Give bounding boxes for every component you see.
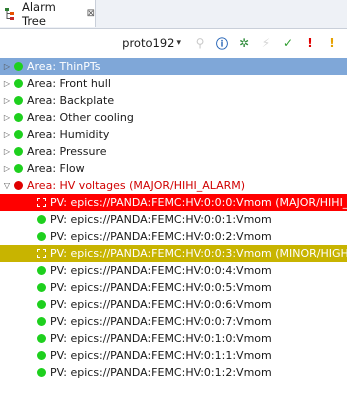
expanded-twisty-icon[interactable]: ▽ xyxy=(2,177,12,194)
tree-pv-item[interactable]: PV: epics://PANDA:FEMC:HV:0:0:2:Vmom xyxy=(0,228,347,245)
info-button[interactable]: ⓘ xyxy=(211,33,233,53)
tree-item-label: PV: epics://PANDA:FEMC:HV:0:1:2:Vmom xyxy=(50,366,272,379)
alarm-tree-icon xyxy=(4,7,18,21)
collapsed-twisty-icon[interactable]: ▷ xyxy=(2,58,12,75)
lightning-icon: ⚡ xyxy=(261,36,271,50)
close-icon[interactable]: ⊠ xyxy=(87,8,95,19)
status-dot-icon xyxy=(37,317,46,326)
status-dot-icon xyxy=(14,130,23,139)
tree-pv-item[interactable]: PV: epics://PANDA:FEMC:HV:0:1:0:Vmom xyxy=(0,330,347,347)
tree-pv-item[interactable]: PV: epics://PANDA:FEMC:HV:0:0:5:Vmom xyxy=(0,279,347,296)
tree-area-item[interactable]: ▷ Area: Flow xyxy=(0,160,347,177)
acknowledge-button[interactable]: ✓ xyxy=(277,33,299,53)
search-button[interactable]: ⚲ xyxy=(189,33,211,53)
tree-item-label: PV: epics://PANDA:FEMC:HV:0:0:1:Vmom xyxy=(50,213,272,226)
status-dot-icon xyxy=(14,113,23,122)
tree-pv-item[interactable]: PV: epics://PANDA:FEMC:HV:0:0:3:Vmom (MI… xyxy=(0,245,347,262)
tree-item-label: Area: Backplate xyxy=(27,94,115,107)
config-select[interactable]: proto192 ▾ xyxy=(122,36,181,50)
tree-area-item[interactable]: ▷ Area: Humidity xyxy=(0,126,347,143)
tree-item-label: Area: ThinPTs xyxy=(27,60,101,73)
tree-item-label: PV: epics://PANDA:FEMC:HV:0:0:2:Vmom xyxy=(50,230,272,243)
alarm-tree: ▷ Area: ThinPTs ▷ Area: Front hull ▷ Area: Ba… xyxy=(0,58,347,381)
collapsed-twisty-icon[interactable]: ▷ xyxy=(2,143,12,160)
tree-pv-item[interactable]: PV: epics://PANDA:FEMC:HV:0:0:0:Vmom (MA… xyxy=(0,194,347,211)
disable-button[interactable]: ⚡ xyxy=(255,33,277,53)
tree-item-label: PV: epics://PANDA:FEMC:HV:0:0:7:Vmom xyxy=(50,315,272,328)
alarm-tree-view: Alarm Tree ⊠ proto192 ▾ ⚲ ⓘ ✲ ⚡ ✓ ! ! ▷ A… xyxy=(0,0,347,403)
config-select-value: proto192 xyxy=(122,36,175,50)
status-dot-icon xyxy=(37,215,46,224)
tree-item-label: PV: epics://PANDA:FEMC:HV:0:1:1:Vmom xyxy=(50,349,272,362)
tab-title: Alarm Tree xyxy=(22,0,56,28)
tab-bar: Alarm Tree ⊠ xyxy=(0,0,347,29)
tree-item-label: Area: Humidity xyxy=(27,128,110,141)
collapsed-twisty-icon[interactable]: ▷ xyxy=(2,92,12,109)
exclamation-orange-icon: ! xyxy=(329,36,335,50)
collapsed-twisty-icon[interactable]: ▷ xyxy=(2,126,12,143)
tree-item-label: PV: epics://PANDA:FEMC:HV:0:0:6:Vmom xyxy=(50,298,272,311)
tree-pv-item[interactable]: PV: epics://PANDA:FEMC:HV:0:1:2:Vmom xyxy=(0,364,347,381)
major-alarm-filter-button[interactable]: ! xyxy=(299,33,321,53)
status-dot-icon xyxy=(37,334,46,343)
status-dot-icon xyxy=(37,368,46,377)
status-dot-icon xyxy=(14,181,23,190)
status-dot-icon xyxy=(37,232,46,241)
tree-item-label: PV: epics://PANDA:FEMC:HV:0:1:0:Vmom xyxy=(50,332,272,345)
tree-pv-item[interactable]: PV: epics://PANDA:FEMC:HV:0:0:6:Vmom xyxy=(0,296,347,313)
tree-area-item[interactable]: ▷ Area: ThinPTs xyxy=(0,58,347,75)
tab-alarm-tree[interactable]: Alarm Tree ⊠ xyxy=(0,0,96,28)
collapsed-twisty-icon[interactable]: ▷ xyxy=(2,160,12,177)
status-dot-icon xyxy=(37,300,46,309)
tree-item-label: Area: Front hull xyxy=(27,77,111,90)
tree-area-item[interactable]: ▷ Area: Other cooling xyxy=(0,109,347,126)
tree-item-label: Area: Flow xyxy=(27,162,85,175)
exclamation-red-icon: ! xyxy=(307,36,313,50)
tree-area-item[interactable]: ▷ Area: Pressure xyxy=(0,143,347,160)
collapsed-twisty-icon[interactable]: ▷ xyxy=(2,75,12,92)
tree-pv-item[interactable]: PV: epics://PANDA:FEMC:HV:0:0:1:Vmom xyxy=(0,211,347,228)
status-dot-icon xyxy=(14,62,23,71)
tree-area-item[interactable]: ▽ Area: HV voltages (MAJOR/HIHI_ALARM) xyxy=(0,177,347,194)
toolbar: proto192 ▾ ⚲ ⓘ ✲ ⚡ ✓ ! ! xyxy=(0,29,347,57)
tree-pv-item[interactable]: PV: epics://PANDA:FEMC:HV:0:0:4:Vmom xyxy=(0,262,347,279)
search-icon: ⚲ xyxy=(195,36,205,50)
minor-alarm-filter-button[interactable]: ! xyxy=(321,33,343,53)
tree-item-label: PV: epics://PANDA:FEMC:HV:0:0:5:Vmom xyxy=(50,281,272,294)
status-dot-icon xyxy=(14,164,23,173)
tree-item-label: PV: epics://PANDA:FEMC:HV:0:0:4:Vmom xyxy=(50,264,272,277)
status-dot-icon xyxy=(37,266,46,275)
status-dot-icon xyxy=(37,283,46,292)
status-dot-icon xyxy=(37,351,46,360)
tree-area-item[interactable]: ▷ Area: Backplate xyxy=(0,92,347,109)
status-dot-icon xyxy=(37,249,46,258)
collapsed-twisty-icon[interactable]: ▷ xyxy=(2,109,12,126)
tree-pv-item[interactable]: PV: epics://PANDA:FEMC:HV:0:0:7:Vmom xyxy=(0,313,347,330)
info-icon: ⓘ xyxy=(215,36,228,51)
gear-icon: ✲ xyxy=(238,36,250,50)
tree-item-label: Area: Other cooling xyxy=(27,111,134,124)
tree-item-label: Area: Pressure xyxy=(27,145,107,158)
tree-item-label: Area: HV voltages (MAJOR/HIHI_ALARM) xyxy=(27,179,246,192)
tree-item-label: PV: epics://PANDA:FEMC:HV:0:0:0:Vmom (MA… xyxy=(50,196,347,209)
status-dot-icon xyxy=(14,147,23,156)
tree-pv-item[interactable]: PV: epics://PANDA:FEMC:HV:0:1:1:Vmom xyxy=(0,347,347,364)
maintenance-button[interactable]: ✲ xyxy=(233,33,255,53)
tree-area-item[interactable]: ▷ Area: Front hull xyxy=(0,75,347,92)
status-dot-icon xyxy=(37,198,46,207)
check-icon: ✓ xyxy=(282,36,294,50)
status-dot-icon xyxy=(14,96,23,105)
chevron-down-icon: ▾ xyxy=(176,38,181,48)
tree-item-label: PV: epics://PANDA:FEMC:HV:0:0:3:Vmom (MI… xyxy=(50,247,347,260)
status-dot-icon xyxy=(14,79,23,88)
